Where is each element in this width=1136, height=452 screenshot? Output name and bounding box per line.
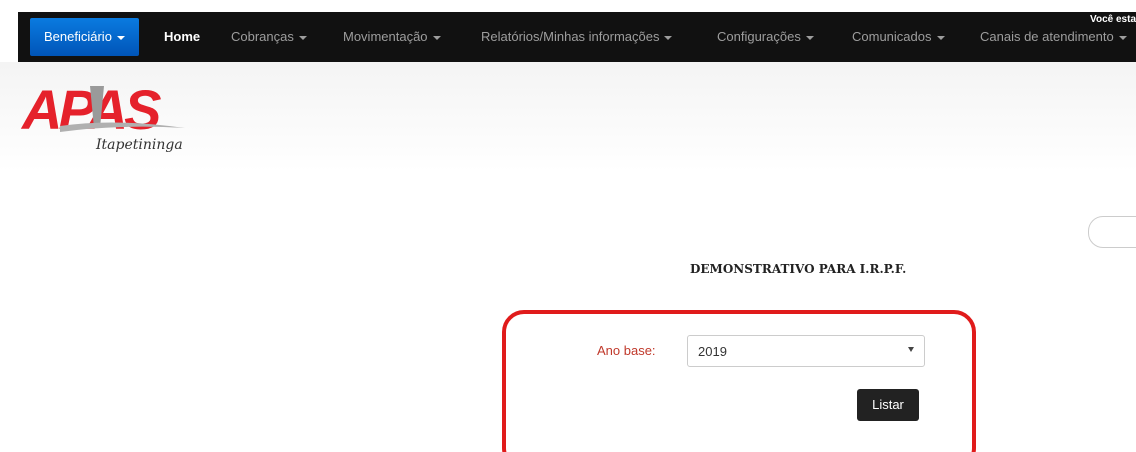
ano-base-label: Ano base: bbox=[597, 343, 656, 358]
nav-configuracoes-label: Configurações bbox=[717, 29, 801, 44]
chevron-down-icon bbox=[936, 35, 945, 40]
user-status-text: Você esta bbox=[1090, 14, 1136, 25]
ano-base-select[interactable]: 2019 bbox=[687, 335, 925, 367]
highlight-annotation bbox=[502, 310, 976, 452]
logo-city-text: Itapetininga bbox=[95, 137, 183, 153]
navbar-bar: Beneficiário Home Cobranças Movimentação… bbox=[18, 12, 1136, 62]
nav-cobrancas-label: Cobranças bbox=[231, 29, 294, 44]
chevron-down-icon bbox=[116, 35, 125, 40]
nav-comunicados-label: Comunicados bbox=[852, 29, 932, 44]
nav-beneficiario-label: Beneficiário bbox=[44, 29, 112, 44]
chevron-down-icon bbox=[432, 35, 441, 40]
page: Beneficiário Home Cobranças Movimentação… bbox=[0, 0, 1136, 452]
apas-logo: APAS Itapetininga bbox=[20, 82, 185, 153]
chevron-down-icon bbox=[1118, 35, 1127, 40]
nav-home-label: Home bbox=[164, 29, 201, 44]
chevron-down-icon bbox=[298, 35, 307, 40]
listar-button[interactable]: Listar bbox=[857, 389, 919, 421]
nav-relatorios-label: Relatórios/Minhas informações bbox=[481, 29, 660, 44]
page-title: DEMONSTRATIVO PARA I.R.P.F. bbox=[690, 262, 907, 276]
nav-home[interactable]: Home bbox=[164, 12, 200, 62]
nav-movimentacao-label: Movimentação bbox=[343, 29, 428, 44]
nav-cobrancas[interactable]: Cobranças bbox=[231, 12, 307, 62]
chevron-down-icon bbox=[805, 35, 814, 40]
search-pill-partial[interactable] bbox=[1088, 216, 1136, 248]
nav-beneficiario[interactable]: Beneficiário bbox=[30, 18, 139, 56]
dropdown-arrow-icon bbox=[908, 347, 914, 352]
chevron-down-icon bbox=[664, 35, 673, 40]
logo-graphic: APAS Itapetininga bbox=[20, 82, 185, 153]
top-navbar: Beneficiário Home Cobranças Movimentação… bbox=[0, 0, 1136, 62]
nav-relatorios[interactable]: Relatórios/Minhas informações bbox=[481, 12, 673, 62]
ano-base-selected-value: 2019 bbox=[698, 344, 727, 359]
nav-configuracoes[interactable]: Configurações bbox=[717, 12, 814, 62]
nav-canais-label: Canais de atendimento bbox=[980, 29, 1114, 44]
nav-comunicados[interactable]: Comunicados bbox=[852, 12, 945, 62]
nav-movimentacao[interactable]: Movimentação bbox=[343, 12, 441, 62]
